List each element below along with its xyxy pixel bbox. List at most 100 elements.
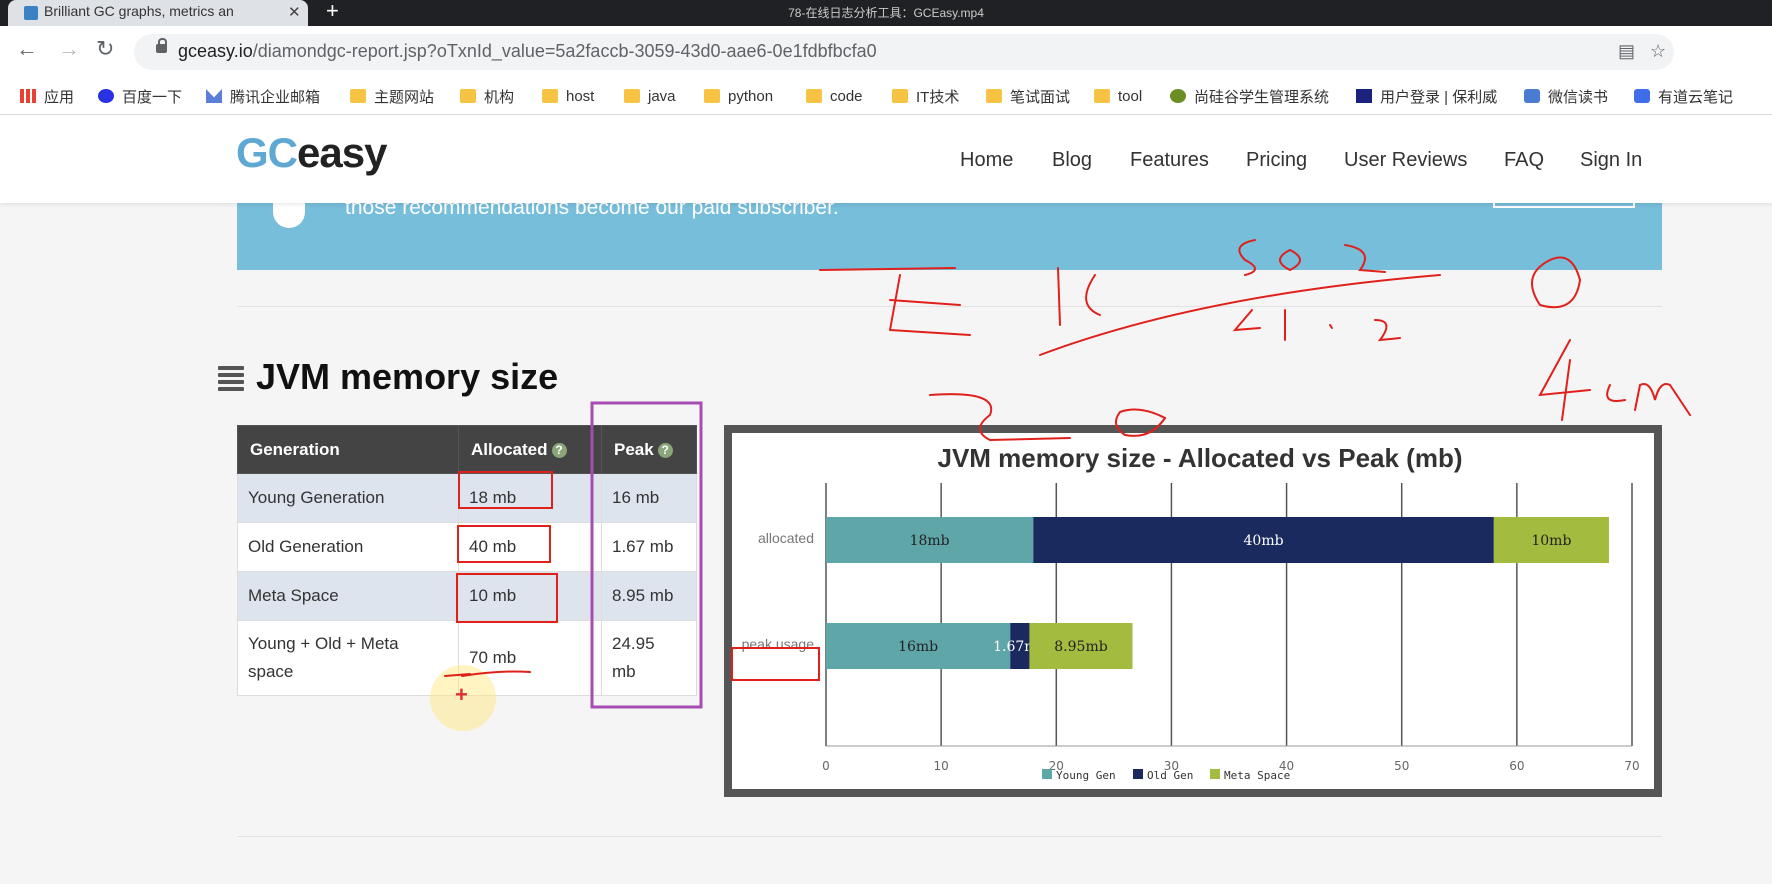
- nav-faq[interactable]: FAQ: [1504, 149, 1544, 172]
- gceasy-logo[interactable]: GCeasy: [236, 129, 387, 177]
- legend-label: Young Gen: [1056, 769, 1116, 782]
- folder-icon: [624, 89, 640, 103]
- column-header-generation: Generation: [237, 425, 459, 474]
- peak-cell: 16 mb: [601, 473, 697, 523]
- folder-icon: [986, 89, 1002, 103]
- nav-user-reviews[interactable]: User Reviews: [1344, 149, 1467, 172]
- video-title: 78-在线日志分析工具：GCEasy.mp4: [788, 6, 984, 20]
- x-tick-label: 70: [1624, 759, 1639, 773]
- university-icon: [1170, 89, 1186, 103]
- category-label: allocated: [758, 530, 814, 546]
- folder-icon: [892, 89, 908, 103]
- translate-icon[interactable]: ▤: [1618, 41, 1635, 62]
- generation-cell: Old Generation: [237, 522, 459, 572]
- x-tick-label: 0: [822, 759, 830, 773]
- bookmarks-bar: 应用 百度一下 腾讯企业邮箱 主题网站 机构 host java python …: [0, 78, 1772, 115]
- help-icon[interactable]: ?: [551, 442, 567, 458]
- nav-pricing[interactable]: Pricing: [1246, 149, 1307, 172]
- handwriting-stroke: [1232, 309, 1401, 342]
- generation-cell: Young + Old + Meta space: [237, 620, 459, 696]
- bookmark-folder[interactable]: python: [704, 78, 773, 114]
- bookmark-apps[interactable]: 应用: [20, 78, 74, 114]
- back-icon[interactable]: ←: [16, 36, 38, 62]
- peak-cell: 24.95 mb: [601, 620, 697, 696]
- polyv-icon: [1356, 89, 1372, 103]
- folder-icon: [460, 89, 476, 103]
- nav-blog[interactable]: Blog: [1052, 149, 1092, 172]
- legend-label: Meta Space: [1224, 769, 1290, 782]
- bar-data-label: 18mb: [910, 533, 950, 549]
- divider: [237, 836, 1662, 837]
- x-tick-label: 60: [1509, 759, 1524, 773]
- memory-chart-svg: JVM memory size - Allocated vs Peak (mb)…: [742, 443, 1640, 782]
- handwriting-stroke: [819, 267, 971, 336]
- legend-label: Old Gen: [1147, 769, 1193, 782]
- column-header-allocated: Allocated?: [458, 425, 602, 474]
- apps-icon: [20, 89, 36, 103]
- handwriting-stroke: [1057, 267, 1101, 326]
- browser-tab-strip: Brilliant GC graphs, metrics an ✕ + 78-在…: [0, 0, 1772, 26]
- divider: [237, 306, 1662, 307]
- bookmark-folder[interactable]: java: [624, 78, 676, 114]
- bar-data-label: 16mb: [898, 639, 938, 655]
- bookmark-weread[interactable]: 微信读书: [1524, 78, 1608, 114]
- legend-swatch: [1133, 769, 1143, 779]
- bookmark-star-icon[interactable]: ☆: [1650, 41, 1666, 62]
- bar-data-label: 8.95mb: [1054, 639, 1107, 655]
- bookmark-polyv[interactable]: 用户登录 | 保利威: [1356, 78, 1497, 114]
- table-row: Young Generation 18 mb 16 mb: [237, 473, 697, 523]
- cursor-crosshair-icon: +: [455, 682, 468, 707]
- bookmark-folder[interactable]: 笔试面试: [986, 78, 1070, 114]
- folder-icon: [806, 89, 822, 103]
- legend-swatch: [1210, 769, 1220, 779]
- peak-cell: 8.95 mb: [601, 571, 697, 621]
- peak-cell: 1.67 mb: [601, 522, 697, 572]
- chart-title: JVM memory size - Allocated vs Peak (mb): [937, 443, 1462, 473]
- allocated-cell: 10 mb: [458, 571, 602, 621]
- bookmark-folder[interactable]: 主题网站: [350, 78, 434, 114]
- nav-features[interactable]: Features: [1130, 149, 1209, 172]
- bookmark-tencent-mail[interactable]: 腾讯企业邮箱: [206, 78, 320, 114]
- allocated-cell: 18 mb: [458, 473, 602, 523]
- youdao-icon: [1634, 89, 1650, 103]
- table-row: Meta Space 10 mb 8.95 mb: [237, 571, 697, 621]
- nav-sign-in[interactable]: Sign In: [1580, 149, 1642, 172]
- url-text: gceasy.io/diamondgc-report.jsp?oTxnId_va…: [178, 41, 877, 61]
- bookmark-folder[interactable]: 机构: [460, 78, 514, 114]
- bookmark-folder[interactable]: tool: [1094, 78, 1142, 114]
- bookmark-student-system[interactable]: 尚硅谷学生管理系统: [1170, 78, 1329, 114]
- bookmark-youdao[interactable]: 有道云笔记: [1634, 78, 1733, 114]
- legend-swatch: [1042, 769, 1052, 779]
- memory-chart: JVM memory size - Allocated vs Peak (mb)…: [724, 425, 1662, 797]
- handwriting-stroke: [1538, 339, 1691, 421]
- weread-icon: [1524, 89, 1540, 103]
- lock-icon: [156, 38, 167, 53]
- bookmark-folder[interactable]: host: [542, 78, 594, 114]
- browser-toolbar: ← → ↻ gceasy.io/diamondgc-report.jsp?oTx…: [0, 26, 1772, 78]
- mail-icon: [206, 89, 222, 103]
- bar-data-label: 40mb: [1244, 533, 1284, 549]
- forward-icon[interactable]: →: [58, 36, 80, 62]
- memory-size-table: Generation Allocated? Peak? Young Genera…: [237, 425, 697, 696]
- bookmark-baidu[interactable]: 百度一下: [98, 78, 182, 114]
- reload-icon[interactable]: ↻: [96, 36, 114, 62]
- x-tick-label: 10: [934, 759, 949, 773]
- folder-icon: [704, 89, 720, 103]
- allocated-cell: 40 mb: [458, 522, 602, 572]
- category-label: peak usage: [742, 636, 815, 652]
- site-header: GCeasy Home Blog Features Pricing User R…: [0, 115, 1772, 203]
- baidu-icon: [98, 89, 114, 103]
- nav-home[interactable]: Home: [960, 149, 1013, 172]
- bar-data-label: 10mb: [1531, 533, 1571, 549]
- table-row: Old Generation 40 mb 1.67 mb: [237, 522, 697, 572]
- folder-icon: [542, 89, 558, 103]
- help-icon[interactable]: ?: [657, 442, 673, 458]
- handwriting-stroke: [1039, 274, 1441, 356]
- generation-cell: Meta Space: [237, 571, 459, 621]
- x-tick-label: 50: [1394, 759, 1409, 773]
- column-header-peak: Peak?: [601, 425, 697, 474]
- address-bar[interactable]: gceasy.io/diamondgc-report.jsp?oTxnId_va…: [134, 34, 1674, 70]
- bookmark-folder[interactable]: code: [806, 78, 863, 114]
- bookmark-folder[interactable]: IT技术: [892, 78, 959, 114]
- folder-icon: [1094, 89, 1110, 103]
